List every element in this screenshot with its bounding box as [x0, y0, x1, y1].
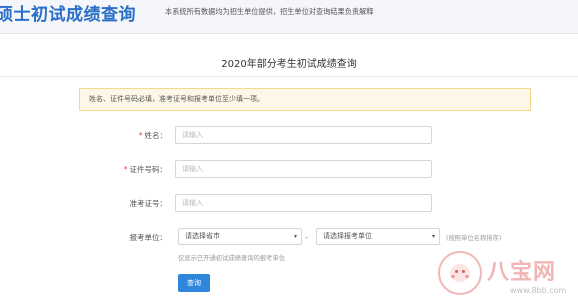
id-number-label: * 证件号码：	[77, 164, 167, 175]
name-label: * 姓名：	[77, 130, 167, 141]
title-divider	[0, 76, 578, 77]
site-header: 硕士初试成绩查询 本系统所有数据均为招生单位提供，招生单位对查询结果负责解释	[0, 0, 578, 34]
site-disclaimer: 本系统所有数据均为招生单位提供，招生单位对查询结果负责解释	[165, 7, 374, 16]
id-number-input[interactable]	[175, 160, 432, 178]
site-title: 硕士初试成绩查询	[0, 5, 136, 25]
required-mark: *	[123, 165, 128, 174]
chevron-down-icon: ▾	[431, 233, 435, 240]
province-select[interactable]: 请选择省市 ▾	[178, 228, 302, 245]
range-dash: -	[305, 233, 308, 242]
query-button[interactable]: 查询	[178, 274, 210, 292]
required-mark: *	[138, 131, 143, 140]
name-input[interactable]	[175, 126, 432, 144]
province-select-value: 请选择省市	[185, 232, 220, 240]
exam-number-label: 准考证号：	[129, 199, 168, 208]
notice-banner: 姓名、证件号码必填，准考证号和报考单位至少填一项。	[79, 88, 531, 111]
watermark-face	[450, 264, 470, 282]
unit-select[interactable]: 请选择报考单位 ▾	[316, 228, 440, 245]
watermark-eye	[462, 270, 465, 273]
watermark-cheek	[465, 275, 469, 278]
watermark-logo-icon	[438, 251, 482, 295]
watermark-text: 八宝网	[487, 260, 557, 285]
watermark-eye	[455, 270, 458, 273]
unit-select-value: 请选择报考单位	[323, 232, 372, 240]
chevron-down-icon: ▾	[293, 233, 297, 240]
sort-hint: (按照单位名称排序)	[446, 235, 502, 242]
watermark-cheek	[451, 275, 455, 278]
scope-hint: 仅显示已开通初试成绩查询的报考单位	[178, 255, 286, 262]
exam-number-input[interactable]	[175, 194, 432, 212]
id-number-label-text: 证件号码：	[129, 165, 168, 174]
unit-label: 报考单位：	[129, 233, 168, 242]
name-label-text: 姓名：	[144, 131, 168, 140]
page-title: 2020年部分考生初试成绩查询	[221, 59, 357, 70]
watermark-url: www.8bb.com	[510, 286, 567, 295]
